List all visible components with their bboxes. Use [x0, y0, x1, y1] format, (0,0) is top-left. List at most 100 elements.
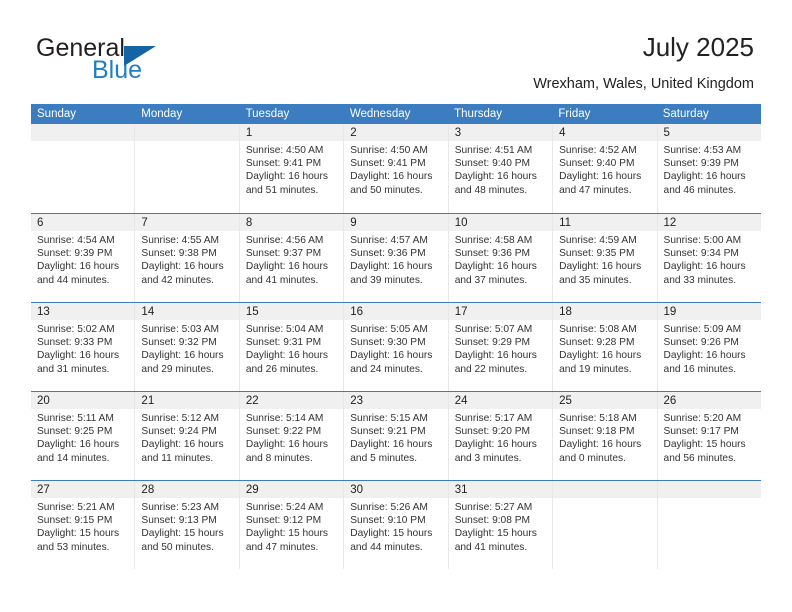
- day-info-sunset: Sunset: 9:24 PM: [141, 426, 217, 438]
- calendar-day-cell[interactable]: 10 Sunrise: 4:58 AM Sunset: 9:36 PM Dayligh…: [448, 214, 554, 302]
- calendar-day-cell[interactable]: 17 Sunrise: 5:07 AM Sunset: 9:29 PM Dayligh…: [448, 303, 554, 391]
- day-info-sunset: Sunset: 9:39 PM: [663, 158, 739, 170]
- day-number: 10: [448, 214, 553, 231]
- day-sun-info: Sunrise: 4:50 AM Sunset: 9:41 PM Daylight:…: [240, 141, 343, 197]
- calendar-day-cell-empty: [135, 124, 240, 213]
- day-info-daylight-line2: and 8 minutes.: [245, 452, 313, 464]
- calendar-day-cell[interactable]: 19 Sunrise: 5:09 AM Sunset: 9:26 PM Dayligh…: [657, 303, 761, 391]
- day-info-daylight-line1: Daylight: 16 hours: [663, 171, 746, 183]
- day-info-sunrise: Sunrise: 5:02 AM: [37, 324, 115, 335]
- day-number: 5: [657, 124, 761, 141]
- day-info-daylight-line1: Daylight: 16 hours: [663, 350, 746, 362]
- calendar-day-cell[interactable]: 15 Sunrise: 5:04 AM Sunset: 9:31 PM Dayligh…: [239, 303, 345, 391]
- day-info-daylight-line2: and 50 minutes.: [350, 184, 423, 196]
- calendar-day-cell[interactable]: 8 Sunrise: 4:56 AM Sunset: 9:37 PM Daylight…: [239, 214, 345, 302]
- day-info-sunrise: Sunrise: 5:15 AM: [350, 413, 428, 424]
- day-number: 30: [344, 481, 448, 498]
- day-info-daylight-line2: and 44 minutes.: [350, 541, 423, 553]
- day-info-daylight-line2: and 39 minutes.: [350, 274, 423, 286]
- day-info-daylight-line2: and 31 minutes.: [37, 363, 110, 375]
- calendar-day-cell[interactable]: 24 Sunrise: 5:17 AM Sunset: 9:20 PM Dayligh…: [448, 392, 554, 480]
- day-info-sunset: Sunset: 9:18 PM: [559, 426, 635, 438]
- day-number: 7: [135, 214, 239, 231]
- day-info-daylight-line2: and 11 minutes.: [141, 452, 214, 464]
- calendar-day-cell[interactable]: 13 Sunrise: 5:02 AM Sunset: 9:33 PM Dayligh…: [31, 303, 136, 391]
- calendar-day-cell-empty: [657, 481, 761, 569]
- calendar-day-cell[interactable]: 25 Sunrise: 5:18 AM Sunset: 9:18 PM Dayligh…: [553, 392, 658, 480]
- day-info-daylight-line1: Daylight: 15 hours: [350, 528, 433, 540]
- day-number: 19: [657, 303, 761, 320]
- general-blue-logo[interactable]: General Blue: [36, 34, 226, 90]
- day-info-sunrise: Sunrise: 4:51 AM: [454, 145, 533, 156]
- day-info-sunrise: Sunrise: 5:11 AM: [37, 413, 114, 424]
- calendar-day-cell[interactable]: 26 Sunrise: 5:20 AM Sunset: 9:17 PM Dayligh…: [657, 392, 761, 480]
- calendar-day-cell[interactable]: 31 Sunrise: 5:27 AM Sunset: 9:08 PM Dayligh…: [448, 481, 554, 569]
- day-info-sunset: Sunset: 9:13 PM: [141, 515, 217, 527]
- day-info-daylight-line1: Daylight: 16 hours: [559, 439, 642, 451]
- day-sun-info: Sunrise: 4:53 AM Sunset: 9:39 PM Daylight:…: [658, 141, 761, 197]
- day-info-sunset: Sunset: 9:39 PM: [37, 248, 113, 260]
- calendar-day-cell[interactable]: 20 Sunrise: 5:11 AM Sunset: 9:25 PM Dayligh…: [31, 392, 136, 480]
- calendar-day-cell[interactable]: 16 Sunrise: 5:05 AM Sunset: 9:30 PM Dayligh…: [344, 303, 449, 391]
- day-sun-info: Sunrise: 4:58 AM Sunset: 9:36 PM Daylight:…: [449, 231, 552, 287]
- calendar-day-cell[interactable]: 21 Sunrise: 5:12 AM Sunset: 9:24 PM Dayligh…: [135, 392, 240, 480]
- day-info-daylight-line2: and 50 minutes.: [141, 541, 214, 553]
- calendar-day-cell[interactable]: 14 Sunrise: 5:03 AM Sunset: 9:32 PM Dayligh…: [135, 303, 240, 391]
- day-info-daylight-line2: and 14 minutes.: [37, 452, 110, 464]
- day-info-daylight-line2: and 5 minutes.: [350, 452, 418, 464]
- calendar-day-cell[interactable]: 9 Sunrise: 4:57 AM Sunset: 9:36 PM Daylight…: [344, 214, 449, 302]
- day-number: 29: [239, 481, 344, 498]
- day-info-sunrise: Sunrise: 4:58 AM: [454, 235, 533, 246]
- day-info-sunrise: Sunrise: 5:04 AM: [245, 324, 324, 335]
- day-info-sunrise: Sunrise: 5:07 AM: [454, 324, 533, 335]
- day-info-sunrise: Sunrise: 4:50 AM: [350, 145, 428, 156]
- day-info-daylight-line1: Daylight: 16 hours: [141, 261, 224, 273]
- day-number: [657, 481, 761, 498]
- day-sun-info: Sunrise: 5:23 AM Sunset: 9:13 PM Daylight:…: [135, 498, 238, 554]
- calendar-day-cell[interactable]: 3 Sunrise: 4:51 AM Sunset: 9:40 PM Daylight…: [448, 124, 554, 213]
- calendar-day-cell[interactable]: 7 Sunrise: 4:55 AM Sunset: 9:38 PM Daylight…: [135, 214, 240, 302]
- calendar-day-cell[interactable]: 18 Sunrise: 5:08 AM Sunset: 9:28 PM Dayligh…: [553, 303, 658, 391]
- day-info-daylight-line1: Daylight: 15 hours: [663, 439, 746, 451]
- day-info-sunset: Sunset: 9:34 PM: [663, 248, 739, 260]
- calendar-day-cell[interactable]: 30 Sunrise: 5:26 AM Sunset: 9:10 PM Dayligh…: [344, 481, 449, 569]
- calendar-day-cell[interactable]: 12 Sunrise: 5:00 AM Sunset: 9:34 PM Dayligh…: [657, 214, 761, 302]
- calendar-grid: Sunday Monday Tuesday Wednesday Thursday…: [31, 104, 761, 569]
- day-info-sunrise: Sunrise: 5:00 AM: [663, 235, 742, 246]
- calendar-day-cell[interactable]: 1 Sunrise: 4:50 AM Sunset: 9:41 PM Daylight…: [239, 124, 345, 213]
- day-info-daylight-line1: Daylight: 16 hours: [245, 171, 328, 183]
- day-info-sunrise: Sunrise: 4:53 AM: [663, 145, 742, 156]
- day-sun-info: Sunrise: 5:04 AM Sunset: 9:31 PM Daylight:…: [240, 320, 343, 376]
- weekday-header-wednesday: Wednesday: [349, 108, 411, 120]
- day-number: 24: [448, 392, 553, 409]
- calendar-day-cell[interactable]: 5 Sunrise: 4:53 AM Sunset: 9:39 PM Daylight…: [657, 124, 761, 213]
- calendar-page: General Blue July 2025 Wrexham, Wales, U…: [0, 0, 792, 612]
- day-sun-info: Sunrise: 5:12 AM Sunset: 9:24 PM Daylight:…: [135, 409, 238, 465]
- calendar-day-cell[interactable]: 27 Sunrise: 5:21 AM Sunset: 9:15 PM Dayligh…: [31, 481, 136, 569]
- calendar-week-row: 20 Sunrise: 5:11 AM Sunset: 9:25 PM Dayligh…: [31, 391, 761, 480]
- day-sun-info: [553, 498, 656, 501]
- day-info-daylight-line1: Daylight: 16 hours: [559, 261, 642, 273]
- day-info-daylight-line2: and 37 minutes.: [454, 274, 528, 286]
- calendar-day-cell[interactable]: 22 Sunrise: 5:14 AM Sunset: 9:22 PM Dayligh…: [239, 392, 345, 480]
- day-sun-info: Sunrise: 5:26 AM Sunset: 9:10 PM Daylight:…: [344, 498, 447, 554]
- calendar-day-cell[interactable]: 23 Sunrise: 5:15 AM Sunset: 9:21 PM Dayligh…: [344, 392, 449, 480]
- day-info-daylight-line2: and 56 minutes.: [663, 452, 737, 464]
- calendar-day-cell[interactable]: 28 Sunrise: 5:23 AM Sunset: 9:13 PM Dayligh…: [135, 481, 240, 569]
- calendar-day-cell[interactable]: 2 Sunrise: 4:50 AM Sunset: 9:41 PM Daylight…: [344, 124, 449, 213]
- calendar-day-cell[interactable]: 11 Sunrise: 4:59 AM Sunset: 9:35 PM Dayligh…: [553, 214, 658, 302]
- day-sun-info: Sunrise: 5:27 AM Sunset: 9:08 PM Daylight:…: [449, 498, 552, 554]
- day-info-sunset: Sunset: 9:36 PM: [454, 248, 531, 260]
- calendar-day-cell[interactable]: 4 Sunrise: 4:52 AM Sunset: 9:40 PM Daylight…: [553, 124, 658, 213]
- calendar-day-cell[interactable]: 29 Sunrise: 5:24 AM Sunset: 9:12 PM Dayligh…: [239, 481, 345, 569]
- day-info-sunset: Sunset: 9:08 PM: [454, 515, 531, 527]
- day-info-daylight-line1: Daylight: 16 hours: [37, 350, 120, 362]
- day-info-sunrise: Sunrise: 5:17 AM: [454, 413, 533, 424]
- calendar-day-cell[interactable]: 6 Sunrise: 4:54 AM Sunset: 9:39 PM Daylight…: [31, 214, 136, 302]
- day-info-daylight-line1: Daylight: 16 hours: [454, 171, 537, 183]
- calendar-week-row: 13 Sunrise: 5:02 AM Sunset: 9:33 PM Dayligh…: [31, 302, 761, 391]
- day-sun-info: [658, 498, 761, 501]
- day-info-sunset: Sunset: 9:15 PM: [37, 515, 113, 527]
- page-title: July 2025: [642, 32, 754, 62]
- day-number: 3: [448, 124, 553, 141]
